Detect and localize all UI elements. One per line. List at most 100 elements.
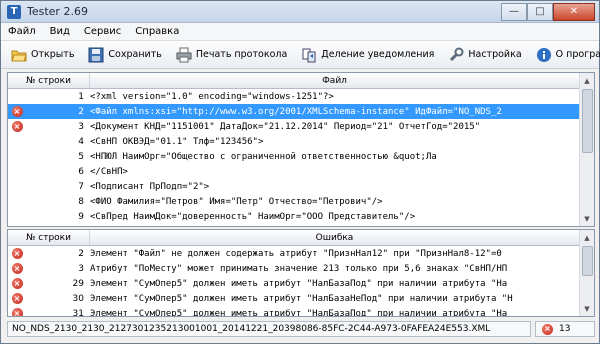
row-text: <ФИО Фамилия="Петров" Имя="Петр" Отчеств… (90, 196, 383, 207)
error-icon: × (11, 308, 23, 316)
close-button[interactable]: ✕ (553, 2, 595, 21)
file-line-row[interactable]: 6 </СвНП> (8, 164, 579, 179)
about-button[interactable]: О программе (532, 44, 600, 66)
split-notification-button[interactable]: Деление уведомления (297, 44, 440, 66)
scroll-up-icon[interactable]: ▲ (580, 230, 594, 245)
printer-icon (176, 47, 192, 63)
error-row[interactable]: × 29 Элемент "СумОпер5" должен иметь атриб… (8, 276, 579, 291)
about-label: О программе (555, 49, 600, 60)
scroll-down-icon[interactable]: ▼ (580, 211, 594, 226)
menu-service[interactable]: Сервис (77, 26, 128, 37)
row-text: <Подписант ПрПодп="2"> (90, 181, 210, 192)
row-text: <СвПред НаимДок="доверенность" НаимОрг="… (90, 211, 416, 222)
error-line-number-column-header[interactable]: № строки (8, 230, 90, 245)
file-grid-body: 1 <?xml version="1.0" encoding="windows-1… (8, 89, 579, 224)
menu-help[interactable]: Справка (128, 26, 186, 37)
error-icon: × (11, 248, 23, 259)
error-icon: × (11, 106, 23, 117)
scroll-thumb[interactable] (582, 246, 593, 276)
error-column-header[interactable]: Ошибка (90, 230, 579, 245)
line-number: 31 (72, 308, 84, 317)
row-text: Элемент "Файл" не должен содержать атриб… (90, 248, 502, 259)
line-number: 3 (78, 121, 84, 132)
scroll-thumb[interactable] (582, 89, 593, 153)
row-text: <НПЮЛ НаимОрг="Общество с ограниченной о… (90, 151, 437, 162)
file-line-row[interactable]: × 2 <Файл xmlns:xsi="http://www.w3.org/200… (8, 104, 579, 119)
line-number: 5 (78, 151, 84, 162)
app-icon: T (7, 4, 21, 19)
error-grid-header: № строки Ошибка (8, 230, 579, 246)
title-bar[interactable]: T Tester 2.69 — □ ✕ (1, 1, 599, 23)
row-text: Элемент "СумОпер5" должен иметь атрибут … (90, 293, 513, 304)
maximize-button[interactable]: □ (527, 2, 553, 21)
file-line-row[interactable]: 7 <Подписант ПрПодп="2"> (8, 179, 579, 194)
print-report-label: Печать протокола (195, 49, 288, 60)
error-icon: × (542, 323, 553, 335)
scroll-down-icon[interactable]: ▼ (580, 301, 594, 316)
minimize-button[interactable]: — (501, 2, 527, 21)
line-number: 9 (78, 211, 84, 222)
line-number: 4 (78, 136, 84, 147)
file-line-row[interactable]: 9 <СвПред НаимДок="доверенность" НаимОрг… (8, 209, 579, 224)
split-document-icon (301, 47, 317, 63)
open-button[interactable]: Открыть (7, 44, 80, 66)
line-number: 2 (78, 248, 84, 259)
line-number: 29 (72, 278, 84, 289)
file-line-row[interactable]: 1 <?xml version="1.0" encoding="windows-1… (8, 89, 579, 104)
row-text: Атрибут "ПоМесту" может принимать значен… (90, 263, 508, 274)
error-count-status: × 13 (535, 321, 595, 337)
row-text: <?xml version="1.0" encoding="windows-12… (90, 91, 334, 102)
line-number-column-header[interactable]: № строки (8, 73, 90, 88)
line-number: 30 (72, 293, 84, 304)
wrench-icon (448, 47, 464, 63)
folder-open-icon (11, 47, 27, 63)
info-icon (536, 47, 552, 63)
save-label: Сохранить (108, 49, 162, 60)
error-grid: № строки Ошибка × 2 Элемент "Файл" не долж… (7, 229, 595, 317)
file-grid-header: № строки Файл (8, 73, 579, 89)
error-row[interactable]: × 30 Элемент "СумОпер5" должен иметь атриб… (8, 291, 579, 306)
split-notification-label: Деление уведомления (321, 49, 435, 60)
status-bar: NO_NDS_2130_2130_2127301235213001001_201… (7, 320, 595, 338)
floppy-disk-icon (88, 47, 104, 63)
file-grid: № строки Файл 1 <?xml version="1.0" encod… (7, 72, 595, 227)
row-text: <СвНП ОКВЭД="01.1" Тлф="123456"> (90, 136, 264, 147)
save-button[interactable]: Сохранить (84, 44, 167, 66)
file-grid-vertical-scrollbar[interactable]: ▲ ▼ (579, 73, 594, 226)
file-line-row[interactable]: 8 <ФИО Фамилия="Петров" Имя="Петр" Отчес… (8, 194, 579, 209)
row-text: Элемент "СумОпер5" должен иметь атрибут … (90, 308, 508, 317)
file-line-row[interactable]: × 3 <Документ КНД="1151001" ДатаДок="21.1… (8, 119, 579, 134)
app-window: T Tester 2.69 — □ ✕ Файл Вид Сервис Спра… (0, 0, 600, 344)
line-number: 2 (78, 106, 84, 117)
menu-file[interactable]: Файл (1, 26, 43, 37)
open-label: Открыть (31, 49, 75, 60)
file-path-status: NO_NDS_2130_2130_2127301235213001001_201… (7, 321, 531, 337)
print-report-button[interactable]: Печать протокола (172, 44, 293, 66)
line-number: 3 (78, 263, 84, 274)
file-line-row[interactable]: 5 <НПЮЛ НаимОрг="Общество с ограниченной… (8, 149, 579, 164)
line-number: 7 (78, 181, 84, 192)
file-line-row[interactable]: 4 <СвНП ОКВЭД="01.1" Тлф="123456"> (8, 134, 579, 149)
line-number: 1 (78, 91, 84, 102)
error-row[interactable]: × 2 Элемент "Файл" не должен содержать атр… (8, 246, 579, 261)
window-title: Tester 2.69 (27, 5, 88, 18)
error-row[interactable]: × 3 Атрибут "ПоМесту" может принимать знач… (8, 261, 579, 276)
error-grid-vertical-scrollbar[interactable]: ▲ ▼ (579, 230, 594, 316)
error-row[interactable]: × 31 Элемент "СумОпер5" должен иметь атриб… (8, 306, 579, 317)
toolbar: Открыть Сохранить Печать протокола Делен… (1, 41, 600, 69)
error-icon: × (11, 278, 23, 289)
row-text: Элемент "СумОпер5" должен иметь атрибут … (90, 278, 508, 289)
file-column-header[interactable]: Файл (90, 73, 579, 88)
error-icon: × (11, 293, 23, 304)
row-text: </СвНП> (90, 166, 128, 177)
error-count: 13 (559, 324, 571, 334)
settings-button[interactable]: Настройка (444, 44, 527, 66)
line-number: 6 (78, 166, 84, 177)
error-icon: × (11, 263, 23, 274)
line-number: 8 (78, 196, 84, 207)
scroll-up-icon[interactable]: ▲ (580, 73, 594, 88)
row-text: <Документ КНД="1151001" ДатаДок="21.12.2… (90, 121, 481, 132)
menu-view[interactable]: Вид (43, 26, 77, 37)
error-grid-body: × 2 Элемент "Файл" не должен содержать атр… (8, 246, 579, 317)
error-icon: × (11, 121, 23, 132)
